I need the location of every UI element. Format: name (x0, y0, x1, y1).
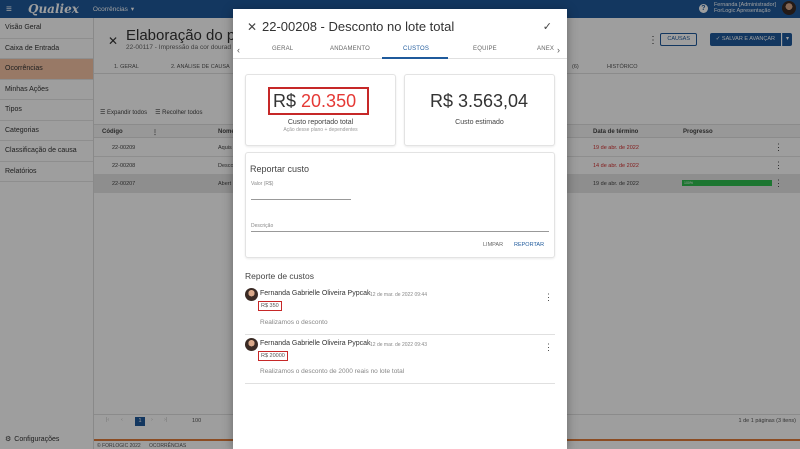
clear-button[interactable]: LIMPAR (483, 242, 503, 248)
cost-report-title: Reporte de custos (245, 271, 314, 281)
dialog-tabs: ‹ GERAL ANDAMENTO CUSTOS EQUIPE ANEX › (233, 42, 567, 59)
report-button[interactable]: REPORTAR (514, 242, 544, 248)
dialog-title: 22-00208 - Desconto no lote total (262, 19, 455, 34)
check-icon[interactable]: ✓ (543, 20, 552, 33)
entry-date: 12 de mar. de 2022 09:44 (370, 292, 427, 298)
entry-author: Fernanda Gabrielle Oliveira Pypcak (260, 340, 371, 347)
value-input[interactable] (251, 199, 351, 200)
cost-dialog: ✕ 22-00208 - Desconto no lote total ✓ ‹ … (233, 9, 567, 449)
avatar (245, 338, 258, 351)
description-input[interactable] (251, 231, 549, 232)
divider (245, 383, 555, 384)
entry-amount: R$ 350 (258, 301, 282, 311)
reported-cost-value: R$ 20.350 (273, 91, 356, 112)
active-tab-indicator (382, 57, 448, 59)
chevron-right-icon[interactable]: › (557, 45, 560, 55)
tab-general[interactable]: GERAL (272, 46, 293, 52)
tab-team[interactable]: EQUIPE (473, 46, 497, 52)
reported-cost-label: Custo reportado total (287, 119, 354, 126)
entry-author: Fernanda Gabrielle Oliveira Pypcak (260, 290, 371, 297)
entry-amount: R$ 20000 (258, 351, 288, 361)
description-field-label: Descrição (251, 223, 274, 229)
avatar (245, 288, 258, 301)
more-options-icon[interactable]: ⋮ (544, 292, 553, 303)
tab-costs[interactable]: CUSTOS (403, 46, 429, 52)
reported-cost-sub: Ação desse plano + dependentes (283, 127, 358, 133)
divider (245, 334, 555, 335)
value-field-label: Valor (R$) (251, 181, 274, 187)
chevron-left-icon[interactable]: ‹ (237, 45, 240, 55)
dialog-header: ✕ 22-00208 - Desconto no lote total ✓ (233, 9, 567, 41)
estimated-cost-label: Custo estimado (455, 119, 504, 126)
more-options-icon[interactable]: ⋮ (544, 342, 553, 353)
report-cost-title: Reportar custo (250, 164, 310, 174)
entry-date: 12 de mar. de 2022 09:43 (370, 342, 427, 348)
currency: R$ (273, 91, 297, 111)
close-icon[interactable]: ✕ (247, 20, 257, 34)
tab-progress[interactable]: ANDAMENTO (330, 46, 370, 52)
entry-description: Realizamos o desconto (260, 319, 328, 326)
tab-attachments[interactable]: ANEX (537, 46, 554, 52)
estimated-cost-value: R$ 3.563,04 (429, 91, 529, 111)
entry-description: Realizamos o desconto de 2000 reais no l… (260, 368, 405, 375)
reported-amount: 20.350 (301, 91, 357, 111)
